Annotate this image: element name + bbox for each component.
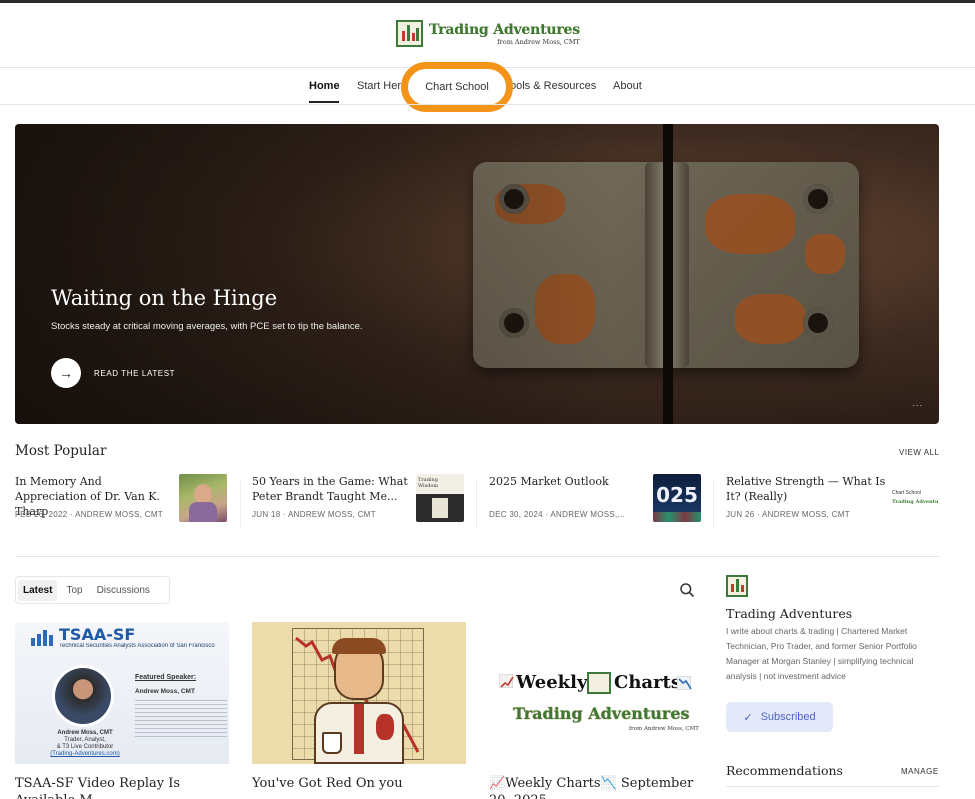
check-icon: ✓ (743, 711, 753, 724)
weekly-text: Weekly (516, 672, 588, 693)
nav-item-home[interactable]: Home (309, 80, 340, 92)
view-all-link[interactable]: VIEW ALL (899, 448, 939, 457)
nav-item-chart-school-label: Chart School (425, 81, 489, 93)
arrow-right-icon: → (51, 358, 81, 388)
popular-post-4[interactable]: Relative Strength — What Is It? (Really)… (726, 474, 940, 524)
read-latest-label: READ THE LATEST (94, 368, 176, 378)
nav-divider-bottom (0, 104, 975, 105)
popular-post-title[interactable]: 50 Years in the Game: What Peter Brandt … (252, 474, 412, 504)
post-title-weekly[interactable]: 📈Weekly Charts📉 September 20, 2025 (489, 775, 703, 799)
popular-post-title[interactable]: Relative Strength — What Is It? (Really) (726, 474, 886, 504)
most-popular-heading: Most Popular (15, 443, 107, 459)
speaker-caption: Andrew Moss, CMT Trader, Analyst, & T3 L… (50, 730, 120, 757)
manage-link[interactable]: MANAGE (901, 767, 939, 776)
tsaa-org-text: Technical Securities Analysts Associatio… (59, 643, 215, 649)
search-icon[interactable] (679, 582, 695, 598)
charts-text: Charts (614, 672, 682, 693)
post-image-tsaa[interactable]: TSAA-SF Technical Securities Analysts As… (15, 622, 229, 764)
top-border (0, 0, 975, 3)
nav-item-tools-resources[interactable]: ools & Resources (510, 80, 596, 92)
tab-top[interactable]: Top (61, 580, 87, 601)
speaker-bio-text (135, 700, 227, 740)
featured-speaker-label: Featured Speaker: (135, 674, 197, 681)
thumb-2025-text: 025 (656, 483, 698, 507)
tab-discussions[interactable]: Discussions (92, 580, 155, 601)
read-latest-button[interactable]: → READ THE LATEST (51, 358, 175, 388)
active-nav-indicator (309, 101, 339, 103)
popular-post-3[interactable]: 2025 Market Outlook DEC 30, 2024 · ANDRE… (489, 474, 703, 524)
coffee-mug (322, 732, 342, 754)
man-tie (354, 704, 364, 754)
popular-post-thumbnail: 025 (653, 474, 701, 522)
popular-post-meta: FEB 26, 2022 · ANDREW MOSS, CMT (15, 510, 163, 519)
site-subtitle: from Andrew Moss, CMT (497, 37, 580, 46)
popular-post-thumbnail: Chart School Trading Adventures (890, 474, 938, 522)
popular-post-thumbnail: Trading Wisdom (416, 474, 464, 522)
post-image-red[interactable] (252, 622, 466, 764)
thumb-brand-text: Trading Adventures (892, 499, 938, 505)
recommendations-divider (726, 786, 939, 787)
chart-down-icon (677, 676, 692, 690)
popular-post-meta: JUN 26 · ANDREW MOSS, CMT (726, 510, 850, 519)
popular-post-title[interactable]: 2025 Market Outlook (489, 474, 649, 489)
chart-up-icon (499, 674, 514, 688)
thumb-chart-school-text: Chart School (892, 490, 921, 496)
hero-subtitle: Stocks steady at critical moving average… (51, 321, 363, 332)
popular-post-2[interactable]: 50 Years in the Game: What Peter Brandt … (252, 474, 466, 524)
tab-latest[interactable]: Latest (18, 579, 58, 601)
weekly-sub-text: from Andrew Moss, CMT (629, 726, 699, 732)
nav-item-start-here[interactable]: Start Her (357, 80, 401, 92)
featured-speaker-name: Andrew Moss, CMT (135, 688, 195, 695)
popular-divider (713, 480, 714, 528)
publication-name[interactable]: Trading Adventures (726, 606, 852, 621)
post-title-red[interactable]: You've Got Red On you (252, 775, 466, 792)
post-title-tsaa[interactable]: TSAA-SF Video Replay Is Available M... (15, 775, 229, 799)
nav-item-about[interactable]: About (613, 80, 642, 92)
feed-tabs: Latest Top Discussions (15, 576, 170, 604)
logo-chart-icon (396, 20, 423, 47)
site-title: Trading Adventures (429, 21, 580, 38)
popular-divider (240, 480, 241, 528)
popular-post-meta: JUN 18 · ANDREW MOSS, CMT (252, 510, 376, 519)
weekly-brand-text: Trading Adventures (513, 704, 690, 723)
more-options-icon[interactable]: ... (912, 398, 923, 408)
tsaa-logo-text: TSAA-SF (59, 625, 136, 644)
subscribed-button[interactable]: ✓ Subscribed (726, 702, 833, 732)
man-hair (332, 638, 386, 654)
weekly-logo-icon (587, 672, 611, 694)
speaker-avatar (55, 668, 111, 724)
site-logo[interactable]: Trading Adventures from Andrew Moss, CMT (396, 20, 580, 47)
hero-title[interactable]: Waiting on the Hinge (51, 286, 277, 310)
thumb-wisdom-text: Trading Wisdom (418, 477, 439, 489)
section-divider (15, 556, 939, 557)
popular-post-thumbnail (179, 474, 227, 522)
publication-logo-icon[interactable] (726, 575, 748, 597)
post-image-weekly[interactable]: Weekly Charts Trading Adventures from An… (489, 622, 703, 764)
publication-description: I write about charts & trading | Charter… (726, 626, 917, 681)
popular-post-1[interactable]: In Memory And Appreciation of Dr. Van K.… (15, 474, 229, 524)
hero-banner[interactable]: Waiting on the Hinge Stocks steady at cr… (15, 124, 939, 424)
recommendations-heading: Recommendations (726, 763, 843, 778)
tsaa-bar-icon (31, 630, 53, 646)
popular-divider (476, 480, 477, 528)
popular-post-meta: DEC 30, 2024 · ANDREW MOSS,... (489, 510, 626, 519)
subscribed-label: Subscribed (760, 711, 816, 723)
red-stain (376, 714, 394, 740)
